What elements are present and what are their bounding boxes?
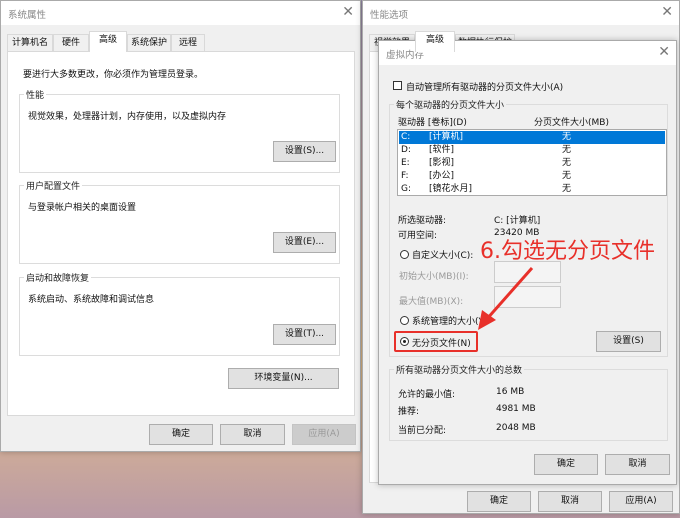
auto-manage-label[interactable]: 自动管理所有驱动器的分页文件大小(A) <box>406 80 563 93</box>
annotation-arrow-icon <box>478 267 534 330</box>
tab-advanced[interactable]: 高级 <box>89 31 127 52</box>
drive-letter: E: <box>401 158 410 168</box>
window-title: 性能选项 <box>370 10 409 21</box>
startup-recovery-label: 启动和故障恢复 <box>24 271 92 284</box>
total-group-label: 所有驱动器分页文件大小的总数 <box>394 363 525 376</box>
drive-paging-size: 无 <box>562 171 572 181</box>
recommended-label: 推荐: <box>398 407 420 417</box>
ok-button[interactable]: 确定 <box>467 491 531 512</box>
total-group: 所有驱动器分页文件大小的总数 允许的最小值: 16 MB 推荐: 4981 MB… <box>389 363 668 441</box>
max-size-label: 最大值(MB)(X): <box>399 297 464 307</box>
no-paging-label[interactable]: 无分页文件(N) <box>412 336 471 349</box>
performance-settings-button[interactable]: 设置(S)... <box>273 141 336 162</box>
current-allocated-value: 2048 MB <box>496 423 536 433</box>
drive-row[interactable]: G: [镜花水月] 无 <box>399 183 665 196</box>
drive-label: [办公] <box>429 171 455 181</box>
close-icon[interactable]: ✕ <box>658 44 670 60</box>
startup-recovery-desc: 系统启动、系统故障和调试信息 <box>28 295 155 305</box>
drive-label: [镜花水月] <box>429 184 473 194</box>
user-profiles-group: 用户配置文件 与登录帐户相关的桌面设置 设置(E)... <box>19 179 340 264</box>
custom-size-label[interactable]: 自定义大小(C): <box>412 248 473 261</box>
drive-row[interactable]: F: [办公] 无 <box>399 170 665 183</box>
tab-computer-name[interactable]: 计算机名 <box>7 34 53 51</box>
min-allowed-label: 允许的最小值: <box>398 390 456 400</box>
admin-note: 要进行大多数更改，你必须作为管理员登录。 <box>23 70 204 80</box>
drive-label: [计算机] <box>429 132 464 142</box>
cancel-button[interactable]: 取消 <box>538 491 602 512</box>
selected-drive-label: 所选驱动器: <box>398 216 447 226</box>
no-paging-radio[interactable] <box>400 337 409 346</box>
cancel-button[interactable]: 取消 <box>605 454 670 475</box>
drive-letter: D: <box>401 145 411 155</box>
col-size-header: 分页文件大小(MB) <box>534 118 609 128</box>
user-profiles-settings-button[interactable]: 设置(E)... <box>273 232 336 253</box>
drive-paging-size: 无 <box>562 145 572 155</box>
user-profiles-desc: 与登录帐户相关的桌面设置 <box>28 203 137 213</box>
ok-button[interactable]: 确定 <box>534 454 598 475</box>
drive-paging-size: 无 <box>562 184 572 194</box>
tab-hardware[interactable]: 硬件 <box>53 34 89 51</box>
user-profiles-label: 用户配置文件 <box>24 179 83 192</box>
tab-advanced[interactable]: 高级 <box>415 31 455 52</box>
custom-size-radio[interactable] <box>400 250 409 259</box>
advanced-panel: 要进行大多数更改，你必须作为管理员登录。 性能 视觉效果，处理器计划，内存使用，… <box>7 51 355 416</box>
apply-button[interactable]: 应用(A) <box>609 491 673 512</box>
close-icon[interactable]: ✕ <box>661 4 673 20</box>
free-space-label: 可用空间: <box>398 231 438 241</box>
environment-variables-button[interactable]: 环境变量(N)... <box>228 368 339 389</box>
performance-group: 性能 视觉效果，处理器计划，内存使用，以及虚拟内存 设置(S)... <box>19 88 340 173</box>
startup-recovery-group: 启动和故障恢复 系统启动、系统故障和调试信息 设置(T)... <box>19 271 340 356</box>
drive-letter: C: <box>401 132 411 142</box>
cancel-button[interactable]: 取消 <box>220 424 285 445</box>
auto-manage-checkbox[interactable] <box>393 81 402 90</box>
performance-label: 性能 <box>24 88 47 101</box>
drive-label: [软件] <box>429 145 455 155</box>
title-bar: 系统属性 ✕ <box>1 1 360 25</box>
tab-remote[interactable]: 远程 <box>171 34 205 51</box>
system-properties-window: 系统属性 ✕ 计算机名 硬件 高级 系统保护 远程 要进行大多数更改，你必须作为… <box>0 0 361 452</box>
window-title: 系统属性 <box>8 10 47 21</box>
drive-list[interactable]: C: [计算机] 无 D: [软件] 无 E: [影视] 无 F: [办公] 无 G: [镜花水月] 无 <box>397 129 667 196</box>
ok-button[interactable]: 确定 <box>149 424 213 445</box>
set-button[interactable]: 设置(S) <box>596 331 661 352</box>
drive-row[interactable]: D: [软件] 无 <box>399 144 665 157</box>
per-drive-group-label: 每个驱动器的分页文件大小 <box>394 98 507 111</box>
close-icon[interactable]: ✕ <box>342 4 354 20</box>
min-allowed-value: 16 MB <box>496 387 525 397</box>
recommended-value: 4981 MB <box>496 404 536 414</box>
apply-button: 应用(A) <box>292 424 356 445</box>
drive-letter: G: <box>401 184 412 194</box>
startup-recovery-settings-button[interactable]: 设置(T)... <box>273 324 336 345</box>
current-allocated-label: 当前已分配: <box>398 426 447 436</box>
drive-row[interactable]: E: [影视] 无 <box>399 157 665 170</box>
tab-system-protection[interactable]: 系统保护 <box>127 34 171 51</box>
drive-paging-size: 无 <box>562 158 572 168</box>
drive-label: [影视] <box>429 158 455 168</box>
performance-desc: 视觉效果，处理器计划，内存使用，以及虚拟内存 <box>28 112 227 122</box>
col-drive-header: 驱动器 [卷标](D) <box>398 118 467 128</box>
system-managed-radio[interactable] <box>400 316 409 325</box>
drive-paging-size: 无 <box>562 132 572 142</box>
initial-size-label: 初始大小(MB)(I): <box>399 272 469 282</box>
drive-letter: F: <box>401 171 409 181</box>
selected-drive-value: C: [计算机] <box>494 216 541 226</box>
drive-row[interactable]: C: [计算机] 无 <box>399 131 665 144</box>
annotation-text: 6.勾选无分页文件 <box>480 239 655 264</box>
title-bar: 性能选项 ✕ <box>363 1 679 25</box>
